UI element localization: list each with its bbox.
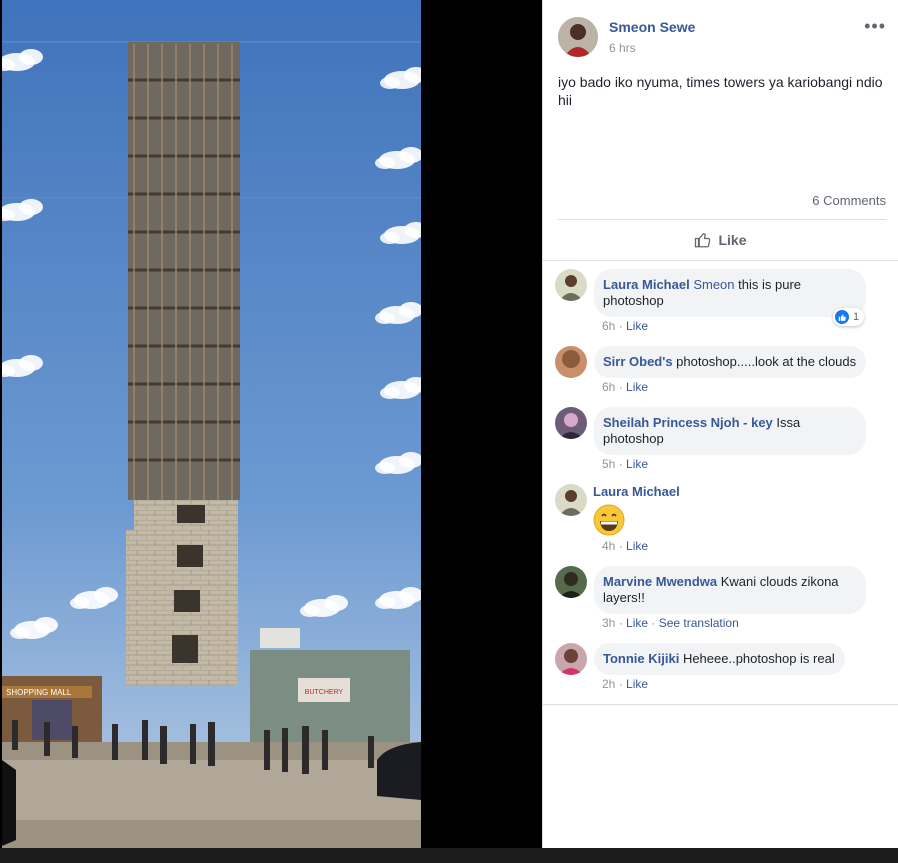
- photo-sign-right: BUTCHERY: [305, 689, 344, 696]
- separator: ·: [615, 539, 627, 553]
- reaction-count[interactable]: 1: [833, 308, 865, 326]
- separator: ·: [615, 677, 627, 691]
- divider: [543, 704, 898, 705]
- comment-time[interactable]: 6h: [602, 380, 615, 394]
- comments-count-link[interactable]: 6 Comments: [812, 193, 886, 208]
- comment-bubble: Laura Michael Smeon this is pure photosh…: [594, 269, 866, 317]
- reaction-number: 1: [853, 311, 860, 323]
- author-header: [558, 17, 598, 57]
- comment-time[interactable]: 3h: [602, 616, 615, 630]
- comment-bubble: Sirr Obed's photoshop.....look at the cl…: [594, 346, 867, 378]
- commenter-name[interactable]: Marvine Mwendwa: [603, 574, 717, 589]
- like-label: Like: [718, 232, 747, 248]
- comment-like-button[interactable]: Like: [626, 677, 648, 691]
- commenter-name[interactable]: Sirr Obed's: [603, 354, 673, 369]
- comment-time[interactable]: 4h: [602, 539, 615, 553]
- thumbs-up-icon: [695, 232, 711, 248]
- comment-like-button[interactable]: Like: [626, 457, 648, 471]
- commenter-avatar[interactable]: [555, 484, 587, 516]
- comment-time[interactable]: 6h: [602, 319, 615, 333]
- separator: ·: [648, 616, 659, 630]
- comment-bubble: Tonnie Kijiki Heheee..photoshop is real: [594, 643, 845, 675]
- avatar-image: [555, 346, 587, 378]
- comment-time[interactable]: 5h: [602, 457, 615, 471]
- comment-text: Heheee..photoshop is real: [679, 651, 835, 666]
- post-timestamp[interactable]: 6 hrs: [609, 41, 636, 55]
- commenter-avatar[interactable]: [555, 566, 587, 598]
- avatar-image: [555, 566, 587, 598]
- comment-meta: 3h · Like · See translation: [602, 616, 739, 630]
- post-panel: Smeon Sewe 6 hrs ••• iyo bado iko nyuma,…: [542, 0, 898, 848]
- mention-link[interactable]: Smeon: [693, 277, 734, 292]
- comment-meta: 4h · Like: [602, 539, 648, 553]
- comment-meta: 2h · Like: [602, 677, 648, 691]
- comment-meta: 5h · Like: [602, 457, 648, 471]
- avatar-image: [555, 484, 587, 516]
- separator: ·: [615, 457, 627, 471]
- grinning-face-emoji: [593, 504, 625, 536]
- comment-text: photoshop.....look at the clouds: [672, 354, 857, 369]
- commenter-avatar[interactable]: [555, 407, 587, 439]
- comment-like-button[interactable]: Like: [626, 319, 648, 333]
- photo-sign-left: SHOPPING MALL: [6, 688, 72, 697]
- avatar-image: [555, 407, 587, 439]
- comment-like-button[interactable]: Like: [626, 380, 648, 394]
- comment-time[interactable]: 2h: [602, 677, 615, 691]
- like-button[interactable]: Like: [543, 229, 898, 251]
- comment-like-button[interactable]: Like: [626, 616, 648, 630]
- commenter-name[interactable]: Laura Michael: [603, 277, 690, 292]
- post-photo[interactable]: BUTCHERY SHOPPING MALL: [2, 0, 421, 848]
- commenter-avatar[interactable]: [555, 346, 587, 378]
- see-translation-link[interactable]: See translation: [659, 616, 739, 630]
- avatar-image: [555, 269, 587, 301]
- commenter-name[interactable]: Laura Michael: [593, 484, 680, 499]
- more-options-button[interactable]: •••: [864, 16, 886, 37]
- avatar-image: [558, 17, 598, 57]
- comment-like-button[interactable]: Like: [626, 539, 648, 553]
- commenter-name[interactable]: Sheilah Princess Njoh - key: [603, 415, 773, 430]
- comment-bubble: Marvine Mwendwa Kwani clouds zikona laye…: [594, 566, 866, 614]
- commenter-name[interactable]: Tonnie Kijiki: [603, 651, 679, 666]
- like-reaction-icon: [835, 310, 849, 324]
- author-name[interactable]: Smeon Sewe: [609, 19, 695, 35]
- separator: ·: [615, 380, 627, 394]
- bottom-bar: [0, 848, 898, 863]
- avatar-image: [555, 643, 587, 675]
- divider: [543, 260, 898, 261]
- comment-meta: 6h · Like: [602, 380, 648, 394]
- post-text: iyo bado iko nyuma, times towers ya kari…: [558, 74, 883, 108]
- photo-viewer: BUTCHERY SHOPPING MALL: [0, 0, 542, 848]
- separator: ·: [615, 319, 627, 333]
- author-avatar[interactable]: [558, 17, 598, 57]
- commenter-avatar[interactable]: [555, 269, 587, 301]
- divider: [558, 219, 886, 220]
- separator: ·: [615, 616, 627, 630]
- comment-bubble: Sheilah Princess Njoh - key Issa photosh…: [594, 407, 866, 455]
- commenter-avatar[interactable]: [555, 643, 587, 675]
- building-photo-illustration: BUTCHERY SHOPPING MALL: [2, 0, 421, 848]
- comment-meta: 6h · Like: [602, 319, 648, 333]
